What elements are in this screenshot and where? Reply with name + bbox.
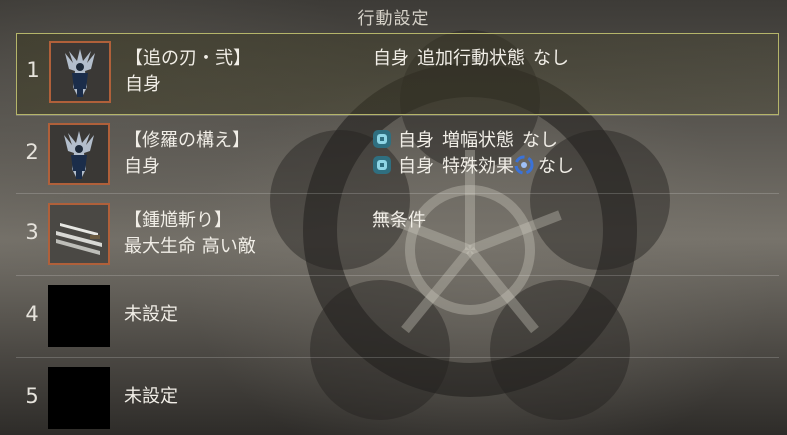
condition-value: なし <box>522 130 558 151</box>
condition-row: 無条件 <box>372 206 426 232</box>
slot-number: 2 <box>25 140 39 164</box>
condition-gem-icon <box>372 129 392 149</box>
demon-figure-icon <box>49 41 111 103</box>
condition-gem-icon <box>372 155 392 175</box>
special-effect-swirl-icon <box>514 155 534 175</box>
skill-target: 未設定 <box>124 386 178 407</box>
slot-number: 1 <box>26 58 40 82</box>
demon-figure-icon <box>48 123 110 185</box>
action-slot-3[interactable]: 3 【鍾馗斬り】 最大生命 高い敵 無条件 <box>16 196 779 278</box>
empty-slot-icon <box>48 285 110 347</box>
skill-target: 自身 <box>125 74 161 95</box>
action-slot-5[interactable]: 5 未設定 <box>16 360 779 435</box>
slot-divider <box>16 193 779 194</box>
condition-subject: 自身 <box>398 156 434 177</box>
condition-subject: 自身 <box>373 48 409 69</box>
condition-state: 無条件 <box>372 210 426 231</box>
condition-value: なし <box>533 48 569 69</box>
action-slot-1[interactable]: 1 【追の刃・弐】 自身 自身 追加行動状態 なし <box>16 33 779 115</box>
slot-divider <box>16 275 779 276</box>
condition-state: 特殊効果 <box>442 156 514 177</box>
action-slot-4[interactable]: 4 未設定 <box>16 278 779 360</box>
slot-divider <box>16 357 779 358</box>
skill-target: 未設定 <box>124 304 178 325</box>
empty-slot-icon <box>48 367 110 429</box>
condition-row: 自身 特殊効果 なし <box>372 152 574 178</box>
slot-number: 5 <box>25 384 39 408</box>
condition-state: 追加行動状態 <box>417 48 525 69</box>
skill-name: 【修羅の構え】 <box>124 130 250 151</box>
slot-number: 4 <box>25 302 39 326</box>
blade-slash-icon <box>48 203 110 265</box>
panel-title: 行動設定 <box>357 9 430 29</box>
action-slot-2[interactable]: 2 【修羅の構え】 自身 自身 増幅状態 なし 自身 特殊効果 なし <box>16 116 779 198</box>
condition-row: 自身 追加行動状態 なし <box>373 44 569 70</box>
skill-name: 【鍾馗斬り】 <box>124 210 232 231</box>
skill-target: 自身 <box>124 156 160 177</box>
skill-target: 最大生命 高い敵 <box>124 236 256 257</box>
slot-number: 3 <box>25 220 39 244</box>
condition-subject: 自身 <box>398 130 434 151</box>
condition-value: なし <box>538 156 574 177</box>
condition-row: 自身 増幅状態 なし <box>372 126 558 152</box>
skill-name: 【追の刃・弐】 <box>125 48 251 69</box>
action-settings-screen: 行動設定 1 【追の刃・弐】 自身 自身 追加行動状態 なし 2 【修羅の構え】… <box>0 0 787 435</box>
condition-state: 増幅状態 <box>442 130 514 151</box>
